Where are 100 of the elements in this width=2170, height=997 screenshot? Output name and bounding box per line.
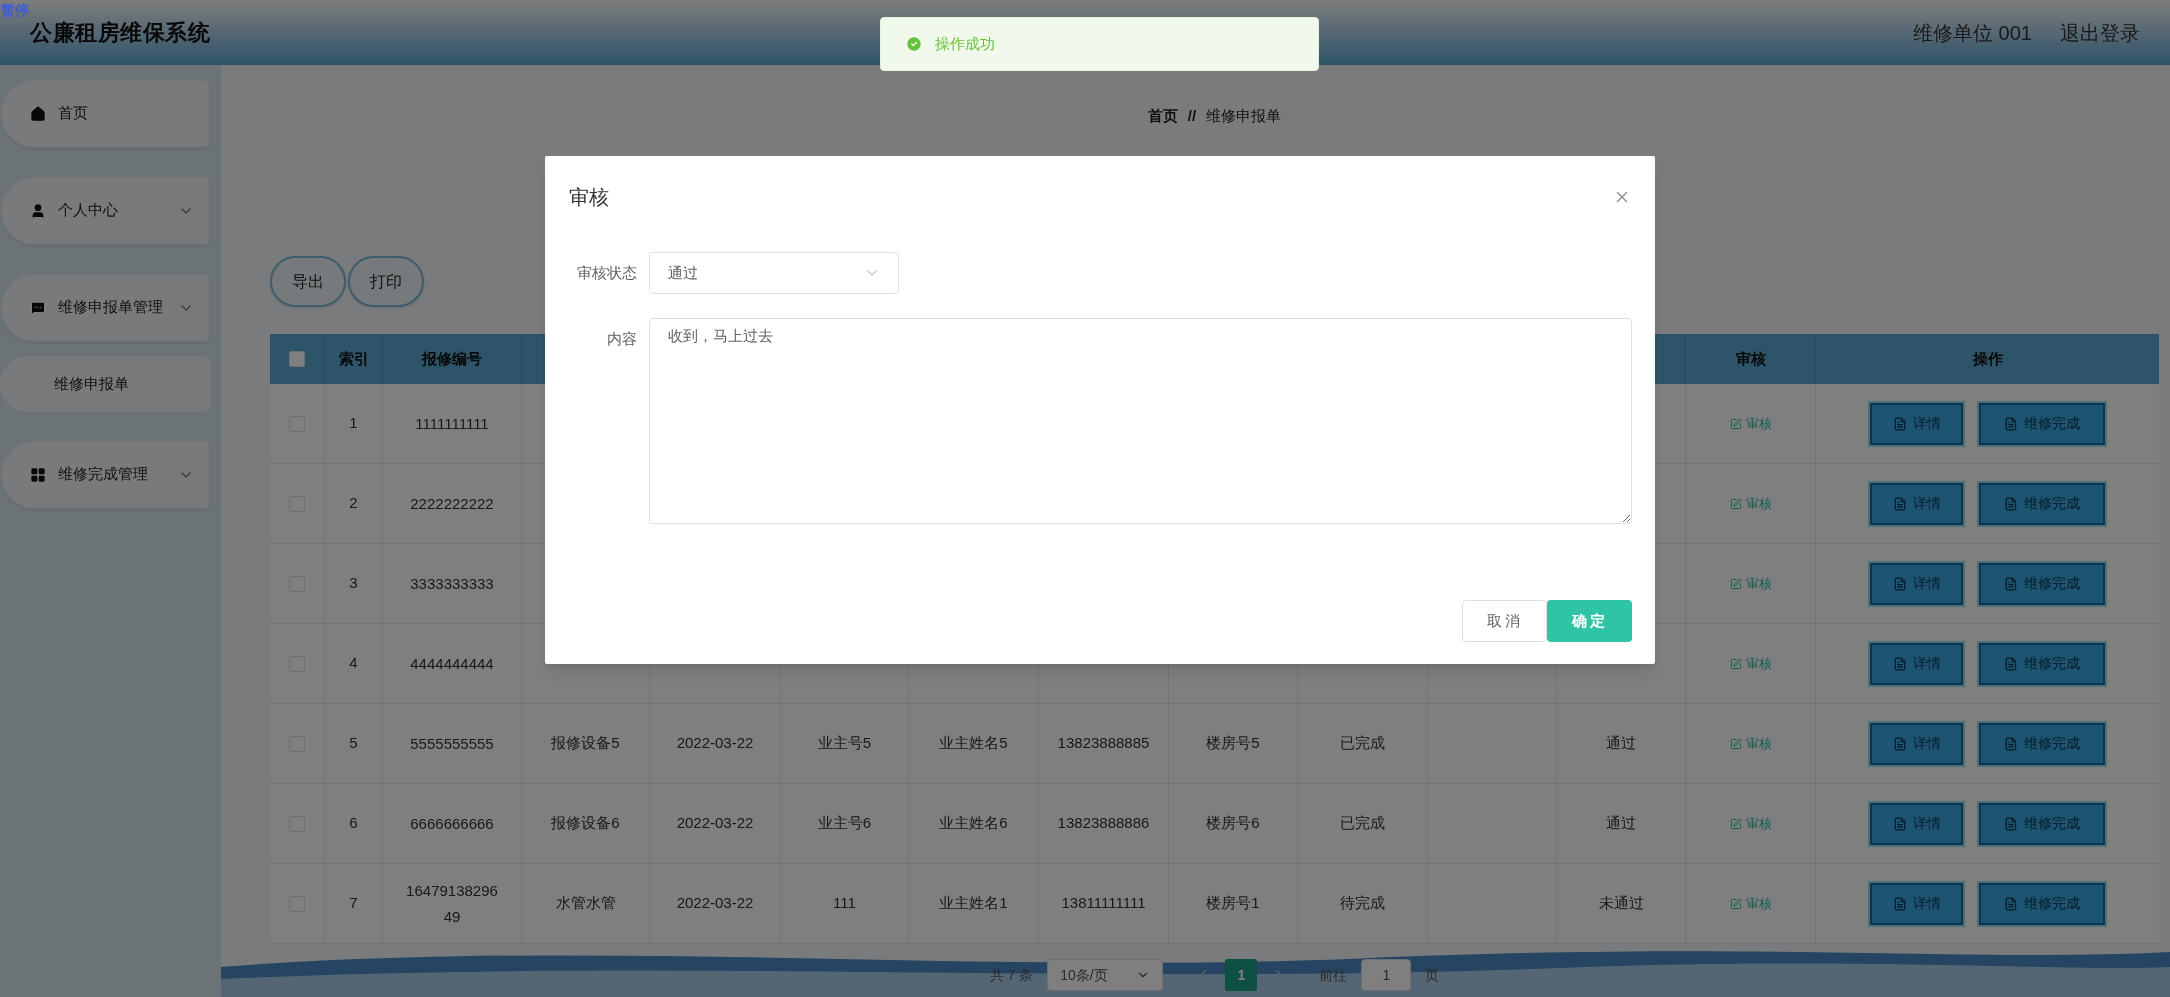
document-icon <box>2004 416 2018 431</box>
goto-suffix: 页 <box>1425 965 1440 985</box>
home-icon <box>30 105 46 122</box>
table-cell-text: 通过 <box>1606 813 1636 834</box>
sidebar-item[interactable]: 维修完成管理 <box>0 440 210 509</box>
breadcrumb-link[interactable]: 维修申报单 <box>1206 104 1282 128</box>
document-icon <box>1892 496 1907 511</box>
checkbox[interactable] <box>289 351 305 367</box>
document-icon <box>1892 656 1907 671</box>
table-cell-text: 111 <box>833 893 856 914</box>
action-button[interactable]: 维修完成 <box>1979 562 2105 605</box>
document-icon <box>1892 736 1907 751</box>
table-cell-text: 4 <box>349 653 358 674</box>
edit-icon <box>1729 657 1742 670</box>
action-button[interactable]: 详情 <box>1870 482 1963 525</box>
action-button[interactable]: 维修完成 <box>1979 642 2105 685</box>
document-icon <box>2004 656 2018 671</box>
review-link[interactable]: 审核 <box>1729 573 1772 594</box>
breadcrumb-separator: // <box>1187 105 1197 126</box>
table-cell-text: 楼房号1 <box>1206 893 1260 914</box>
table-cell-text: 业主姓名6 <box>939 813 1008 834</box>
chat-icon <box>30 299 46 316</box>
review-link[interactable]: 审核 <box>1729 413 1772 434</box>
sidebar-item[interactable]: 首页 <box>0 79 210 148</box>
table-cell-text: 2022-03-22 <box>676 733 754 754</box>
table-cell-text: 已完成 <box>1340 733 1385 754</box>
table-cell-text: 13823888885 <box>1057 733 1150 754</box>
dialog-button[interactable]: 确定 <box>1547 600 1632 642</box>
action-button[interactable]: 详情 <box>1870 642 1963 685</box>
table-cell-text: 通过 <box>1606 733 1636 754</box>
document-icon <box>2004 496 2018 511</box>
action-button[interactable]: 维修完成 <box>1979 802 2105 845</box>
table-cell-text: 2 <box>349 493 358 514</box>
table-cell-text: 未通过 <box>1598 893 1644 914</box>
edit-icon <box>1729 897 1742 910</box>
table-cell-text: 1 <box>349 413 358 434</box>
logout-link[interactable]: 退出登录 <box>2060 17 2140 48</box>
action-button[interactable]: 详情 <box>1870 802 1963 845</box>
table-cell-text: 已完成 <box>1340 813 1385 834</box>
toast-message: 操作成功 <box>935 33 995 54</box>
review-link[interactable]: 审核 <box>1729 733 1772 754</box>
action-button[interactable]: 维修完成 <box>1979 722 2105 765</box>
table-cell-text: 业主号6 <box>817 813 872 834</box>
document-icon <box>2004 896 2018 911</box>
table-cell-text: 2022-03-22 <box>676 893 754 914</box>
action-button[interactable]: 维修完成 <box>1979 882 2105 925</box>
action-button[interactable]: 维修完成 <box>1979 402 2105 445</box>
table-cell-text: 报修设备5 <box>551 733 620 754</box>
app-title: 公廉租房维保系统 <box>30 19 211 47</box>
table-cell-text: 业主姓名1 <box>939 893 1008 914</box>
document-icon <box>1892 416 1907 431</box>
table-cell-text: 业主姓名5 <box>939 733 1008 754</box>
table-cell-text: 6 <box>349 813 358 834</box>
table-cell-text: 报修设备6 <box>551 813 620 834</box>
document-icon <box>1892 896 1907 911</box>
status-select[interactable]: 通过 <box>649 252 899 294</box>
grid-icon <box>30 466 46 483</box>
goto-field[interactable]: 1 <box>1361 959 1412 991</box>
sidebar-subitem[interactable]: 维修申报单 <box>0 356 210 412</box>
action-button[interactable]: 详情 <box>1870 562 1963 605</box>
table-cell-text: 3 <box>349 573 358 594</box>
sidebar-item[interactable]: 维修申报单管理 <box>0 273 210 342</box>
dialog-title: 审核 <box>569 185 609 210</box>
review-link[interactable]: 审核 <box>1729 653 1772 674</box>
action-button[interactable]: 维修完成 <box>1979 482 2105 525</box>
review-link[interactable]: 审核 <box>1729 493 1772 514</box>
review-link[interactable]: 审核 <box>1729 813 1772 834</box>
page-size-select[interactable]: 10条/页 <box>1047 959 1164 991</box>
table-cell-text: 楼房号6 <box>1206 813 1260 834</box>
page-number[interactable]: 1 <box>1225 959 1258 991</box>
toolbar-button[interactable]: 打印 <box>348 256 424 307</box>
user-name: 维修单位 001 <box>1913 20 2032 46</box>
pause-label: 暂停 <box>1 1 29 20</box>
table-cell-text: 1111111111 <box>415 413 489 434</box>
content-field[interactable]: 收到，马上过去 <box>649 318 1632 524</box>
table-cell-text: 4444444444 <box>410 653 494 674</box>
column-header: 索引 <box>338 348 369 369</box>
breadcrumb-link[interactable]: 首页 <box>1147 104 1178 128</box>
document-icon <box>1892 816 1907 831</box>
table-cell-text: 13811111111 <box>1061 893 1146 914</box>
success-icon <box>905 35 923 53</box>
table-cell-text: 5555555555 <box>410 733 494 754</box>
table-cell-text: 1647913829649 <box>405 880 499 927</box>
field-label: 内容 <box>606 329 638 349</box>
dialog-button[interactable]: 取消 <box>1462 600 1547 642</box>
toolbar-button[interactable]: 导出 <box>270 256 346 307</box>
total-count: 共 7 条 <box>989 965 1034 985</box>
column-header: 报修编号 <box>422 348 482 369</box>
sidebar-item[interactable]: 个人中心 <box>0 176 210 245</box>
table-cell-text: 水管水管 <box>555 893 616 914</box>
review-link[interactable]: 审核 <box>1729 893 1772 914</box>
edit-icon <box>1729 417 1742 430</box>
edit-icon <box>1729 577 1742 590</box>
document-icon <box>2004 736 2018 751</box>
table-cell-text: 2222222222 <box>410 493 494 514</box>
action-button[interactable]: 详情 <box>1870 402 1963 445</box>
table-cell-text: 2022-03-22 <box>676 813 754 834</box>
action-button[interactable]: 详情 <box>1870 882 1963 925</box>
user-icon <box>30 202 46 219</box>
action-button[interactable]: 详情 <box>1870 722 1963 765</box>
